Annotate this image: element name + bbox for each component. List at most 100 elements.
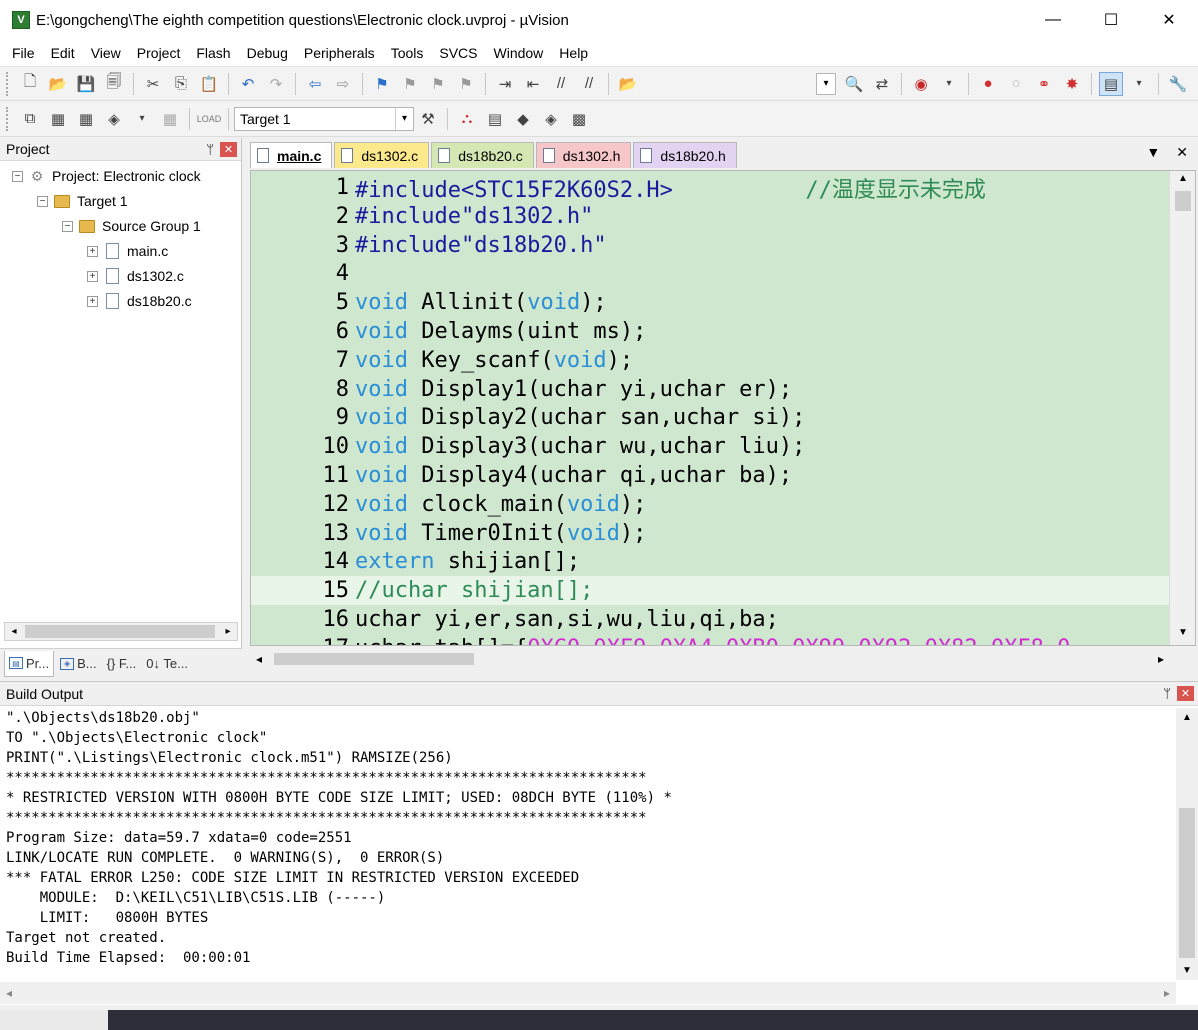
build-horizontal-scrollbar[interactable]: ◂ ▸: [0, 982, 1176, 1004]
code-line[interactable]: 3 #include"ds18b20.h": [251, 231, 1169, 260]
bookmark-icon[interactable]: ⚑: [370, 72, 394, 96]
insert-breakpoint-icon[interactable]: ●: [976, 72, 1000, 96]
tab-templates[interactable]: 0↓ Te...: [142, 651, 192, 677]
uncomment-icon[interactable]: //: [577, 72, 601, 96]
code-line[interactable]: 15//uchar shijian[];: [251, 576, 1169, 606]
pack-installer-icon[interactable]: ▩: [567, 107, 591, 131]
collapse-icon[interactable]: −: [12, 170, 23, 182]
code-line[interactable]: 6 void Delayms(uint ms);: [251, 317, 1169, 346]
maximize-button[interactable]: ☐: [1082, 0, 1140, 40]
debug-session-icon[interactable]: ◉: [909, 72, 933, 96]
tree-group-node[interactable]: − Source Group 1: [62, 215, 201, 237]
find-dropdown[interactable]: ▾: [816, 72, 836, 95]
code-line[interactable]: 16 uchar yi,er,san,si,wu,liu,qi,ba;: [251, 605, 1169, 634]
clear-bookmarks-icon[interactable]: ⚑: [454, 72, 478, 96]
manage-project-items-icon[interactable]: ⛬: [455, 107, 479, 131]
batch-dropdown-icon[interactable]: ▾: [130, 107, 154, 131]
window-layout-icon[interactable]: ▤: [1099, 71, 1123, 96]
expand-icon[interactable]: +: [87, 270, 98, 282]
code-line[interactable]: 10 void Display3(uchar wu,uchar liu);: [251, 432, 1169, 461]
menu-file[interactable]: File: [4, 45, 43, 61]
scroll-right-icon[interactable]: ▸: [1158, 652, 1164, 666]
comment-icon[interactable]: //: [549, 72, 573, 96]
translate-icon[interactable]: ⧉: [18, 107, 42, 131]
rebuild-icon[interactable]: ▦: [74, 107, 98, 131]
tree-file-node[interactable]: + main.c: [87, 240, 168, 262]
editor-tab[interactable]: main.c: [250, 142, 333, 168]
pin-icon[interactable]: ᛘ: [206, 142, 214, 157]
save-all-icon[interactable]: 🗐: [102, 72, 126, 96]
menu-view[interactable]: View: [83, 45, 129, 61]
cut-icon[interactable]: ✂: [141, 72, 165, 96]
disable-breakpoints-icon[interactable]: ⚭: [1032, 72, 1056, 96]
tree-project-node[interactable]: − ⚙ Project: Electronic clock: [12, 165, 201, 187]
code-line[interactable]: 4: [251, 259, 1169, 288]
find-icon[interactable]: 🔍: [842, 72, 866, 96]
code-editor[interactable]: 1 #include<STC15F2K60S2.H> //温度显示未完成 2 #inc…: [250, 170, 1196, 646]
code-line[interactable]: 2 #include"ds1302.h": [251, 202, 1169, 231]
unindent-icon[interactable]: ⇤: [521, 72, 545, 96]
scroll-left-icon[interactable]: ◂: [6, 986, 12, 1000]
next-bookmark-icon[interactable]: ⚑: [426, 72, 450, 96]
collapse-icon[interactable]: −: [37, 195, 48, 207]
menu-flash[interactable]: Flash: [188, 45, 238, 61]
code-line[interactable]: 8 void Display1(uchar yi,uchar er);: [251, 375, 1169, 404]
scroll-right-icon[interactable]: ▸: [1164, 986, 1170, 1000]
target-options-icon[interactable]: ⚒: [416, 107, 440, 131]
editor-tab[interactable]: ds1302.c: [334, 142, 430, 168]
editor-tab[interactable]: ds1302.h: [535, 142, 632, 168]
close-tab-icon[interactable]: ✕: [1176, 144, 1188, 161]
prev-bookmark-icon[interactable]: ⚑: [398, 72, 422, 96]
paste-icon[interactable]: 📋: [197, 72, 221, 96]
incremental-find-icon[interactable]: ⇄: [870, 72, 894, 96]
build-vertical-scrollbar[interactable]: ▲ ▼: [1176, 708, 1198, 980]
redo-icon[interactable]: ↷: [264, 72, 288, 96]
code-line[interactable]: 11 void Display4(uchar qi,uchar ba);: [251, 461, 1169, 490]
project-horizontal-scrollbar[interactable]: ◂ ▸: [4, 622, 238, 641]
tree-file-node[interactable]: + ds18b20.c: [87, 290, 192, 312]
find-in-files-icon[interactable]: 📂: [616, 72, 640, 96]
select-packs-icon[interactable]: ◆: [511, 107, 535, 131]
scroll-left-icon[interactable]: ◂: [5, 626, 23, 637]
scroll-down-icon[interactable]: ▼: [1170, 627, 1195, 645]
editor-horizontal-scrollbar[interactable]: ◂ ▸: [250, 648, 1170, 670]
debug-dropdown-icon[interactable]: ▾: [937, 72, 961, 96]
target-select[interactable]: Target 1 ▾: [234, 106, 414, 131]
copy-icon[interactable]: ⎘: [169, 72, 193, 96]
code-line[interactable]: 1 #include<STC15F2K60S2.H> //温度显示未完成: [251, 173, 1169, 203]
collapse-icon[interactable]: −: [62, 220, 73, 232]
pin-icon[interactable]: ᛘ: [1163, 686, 1171, 701]
code-line[interactable]: 9 void Display2(uchar san,uchar si);: [251, 403, 1169, 432]
menu-svcs[interactable]: SVCS: [431, 45, 485, 61]
expand-icon[interactable]: +: [87, 245, 98, 257]
batch-build-icon[interactable]: ◈: [102, 107, 126, 131]
minimize-button[interactable]: —: [1024, 0, 1082, 40]
scroll-up-icon[interactable]: ▲: [1170, 173, 1195, 191]
tree-file-node[interactable]: + ds1302.c: [87, 265, 184, 287]
tab-functions[interactable]: {} F...: [103, 651, 141, 677]
code-line[interactable]: 17uchar tab[]={0XC0,0XF9,0XA4,0XB0,0X99,…: [251, 634, 1169, 645]
scroll-up-icon[interactable]: ▲: [1176, 712, 1198, 723]
indent-icon[interactable]: ⇥: [493, 72, 517, 96]
menu-help[interactable]: Help: [551, 45, 596, 61]
navigate-back-icon[interactable]: ⇦: [303, 72, 327, 96]
undo-icon[interactable]: ↶: [236, 72, 260, 96]
menu-debug[interactable]: Debug: [239, 45, 296, 61]
editor-vertical-scrollbar[interactable]: ▲ ▼: [1169, 171, 1195, 645]
menu-tools[interactable]: Tools: [383, 45, 432, 61]
manage-rte-icon[interactable]: ◈: [539, 107, 563, 131]
close-icon[interactable]: ✕: [220, 141, 237, 157]
scroll-down-icon[interactable]: ▼: [1176, 965, 1198, 976]
tree-target-node[interactable]: − Target 1: [37, 190, 128, 212]
new-file-icon[interactable]: 🗋: [18, 72, 42, 96]
build-icon[interactable]: ▦: [46, 107, 70, 131]
expand-icon[interactable]: +: [87, 295, 98, 307]
open-folder-icon[interactable]: 📂: [46, 72, 70, 96]
code-line[interactable]: 14 extern shijian[];: [251, 547, 1169, 576]
scroll-right-icon[interactable]: ▸: [219, 626, 237, 637]
code-line[interactable]: 5 void Allinit(void);: [251, 288, 1169, 317]
editor-tab[interactable]: ds18b20.h: [633, 142, 737, 168]
configure-icon[interactable]: 🔧: [1166, 72, 1190, 96]
menu-window[interactable]: Window: [486, 45, 552, 61]
code-line[interactable]: 12 void clock_main(void);: [251, 490, 1169, 519]
